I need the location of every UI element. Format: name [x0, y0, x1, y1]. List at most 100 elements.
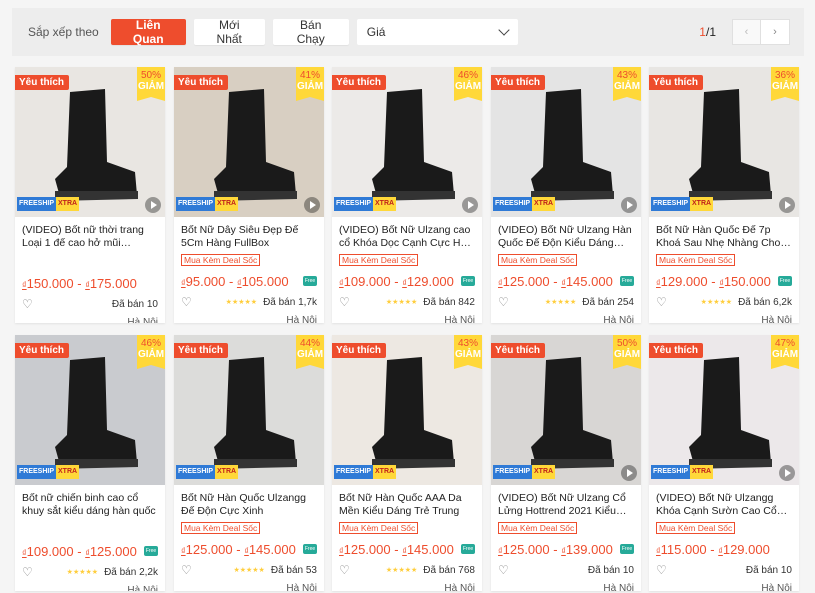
product-title[interactable]: Bốt Nữ Hàn Quốc AAA Da Mền Kiểu Dáng Trẻ…: [339, 492, 475, 518]
price-min: 95.000: [185, 273, 226, 289]
price-row: ₫150.000 - ₫175.000: [22, 275, 158, 291]
price-range: ₫125.000 - ₫145.000: [181, 541, 296, 557]
play-icon[interactable]: [621, 197, 637, 213]
price-min: 109.000: [26, 543, 74, 559]
sort-relevance-button[interactable]: Liên Quan: [110, 18, 186, 46]
product-info: (VIDEO) Bốt Nữ Ulzangg Khóa Cạnh Sườn Ca…: [649, 485, 799, 591]
product-title[interactable]: (VIDEO) Bốt Nữ Ulzang Hàn Quốc Đế Độn Ki…: [498, 224, 634, 250]
heart-icon[interactable]: ♡: [181, 563, 192, 577]
chevron-down-icon: [498, 24, 510, 36]
product-card[interactable]: Yêu thích 43% GIẢM FREESHIP XTRA (VIDEO) Bốt …: [491, 67, 641, 323]
play-icon[interactable]: [779, 197, 795, 213]
product-title[interactable]: (VIDEO) Bốt Nữ Ulzang Cổ Lửng Hottrend 2…: [498, 492, 634, 518]
product-title[interactable]: Bốt Nữ Dây Siêu Đẹp Đế 5Cm Hàng FullBox: [181, 224, 317, 250]
price-max: 145.000: [565, 273, 613, 289]
product-image[interactable]: Yêu thích 43% GIẢM FREESHIP XTRA: [491, 67, 641, 217]
meta-row: ♡ ★★★★★ Đã bán 1,7k: [181, 295, 317, 309]
freeship-text: FREESHIP: [651, 465, 691, 479]
seller-location: Hà Nội: [761, 315, 792, 323]
product-image[interactable]: Yêu thích 36% GIẢM FREESHIP XTRA: [649, 67, 799, 217]
meta-row: ♡ Đã bán 10: [22, 297, 158, 311]
freeship-xtra-label: FREESHIP XTRA: [17, 197, 80, 211]
price-max: 129.000: [722, 541, 770, 557]
play-icon[interactable]: [145, 197, 161, 213]
meta-row: ♡ ★★★★★ Đã bán 768: [339, 563, 475, 577]
product-title[interactable]: Bốt Nữ Hàn Quốc Đế 7p Khoá Sau Nhẹ Nhàng…: [656, 224, 792, 250]
boot-shape: [689, 357, 771, 465]
product-card[interactable]: Yêu thích 44% GIẢM FREESHIP XTRA Bốt Nữ Hàn Q…: [174, 335, 324, 591]
xtra-text: XTRA: [373, 465, 397, 479]
product-card[interactable]: Yêu thích 47% GIẢM FREESHIP XTRA (VIDEO) Bốt …: [649, 335, 799, 591]
product-card[interactable]: Yêu thích 46% GIẢM FREESHIP XTRA (VIDEO) Bốt …: [332, 67, 482, 323]
product-image[interactable]: Yêu thích 44% GIẢM FREESHIP XTRA: [174, 335, 324, 485]
heart-icon[interactable]: ♡: [339, 295, 350, 309]
deal-tag: Mua Kèm Deal Sốc: [181, 522, 261, 534]
product-image[interactable]: Yêu thích 46% GIẢM FREESHIP XTRA: [332, 67, 482, 217]
product-info: (VIDEO) Bốt nữ thời trang Loại 1 đế cao …: [15, 217, 165, 323]
product-card[interactable]: Yêu thích 46% GIẢM FREESHIP XTRA Bốt nữ chiến…: [15, 335, 165, 591]
price-sort-label: Giá: [366, 25, 386, 39]
sort-newest-button[interactable]: Mới Nhất: [193, 18, 265, 46]
heart-icon[interactable]: ♡: [22, 297, 33, 311]
product-info: Bốt Nữ Dây Siêu Đẹp Đế 5Cm Hàng FullBox M…: [174, 217, 324, 323]
product-image[interactable]: Yêu thích 46% GIẢM FREESHIP XTRA: [15, 335, 165, 485]
boot-shape: [55, 357, 137, 465]
price-sort-select[interactable]: Giá: [356, 19, 518, 45]
product-image[interactable]: Yêu thích 47% GIẢM FREESHIP XTRA: [649, 335, 799, 485]
favorite-badge: Yêu thích: [332, 75, 387, 90]
seller-location: Hà Nội: [603, 315, 634, 323]
product-title[interactable]: (VIDEO) Bốt Nữ Ulzangg Khóa Cạnh Sườn Ca…: [656, 492, 792, 518]
product-title[interactable]: Bốt Nữ Hàn Quốc Ulzangg Đế Độn Cực Xinh: [181, 492, 317, 518]
free-shipping-truck-icon: Free: [303, 544, 317, 554]
discount-label: GIẢM: [296, 349, 324, 360]
heart-icon[interactable]: ♡: [339, 563, 350, 577]
freeship-text: FREESHIP: [651, 197, 691, 211]
heart-icon[interactable]: ♡: [22, 565, 33, 579]
freeship-text: FREESHIP: [493, 197, 533, 211]
discount-badge: 44% GIẢM: [296, 335, 324, 369]
discount-badge: 47% GIẢM: [771, 335, 799, 369]
product-card[interactable]: Yêu thích 50% GIẢM FREESHIP XTRA (VIDEO) Bốt …: [491, 335, 641, 591]
product-card[interactable]: Yêu thích 50% GIẢM FREESHIP XTRA (VIDEO) Bốt …: [15, 67, 165, 323]
discount-percent: 43%: [616, 70, 637, 81]
product-title[interactable]: (VIDEO) Bốt Nữ Ulzang cao cổ Khóa Dọc Cạ…: [339, 224, 475, 250]
product-title[interactable]: Bốt nữ chiến binh cao cổ khuy sắt kiểu d…: [22, 492, 158, 518]
play-icon[interactable]: [779, 465, 795, 481]
product-image[interactable]: Yêu thích 43% GIẢM FREESHIP XTRA: [332, 335, 482, 485]
boot-shape: [372, 357, 454, 465]
heart-icon[interactable]: ♡: [181, 295, 192, 309]
meta-row: ♡ ★★★★★ Đã bán 53: [181, 563, 317, 577]
next-page-button[interactable]: ›: [761, 19, 790, 45]
price-max: 139.000: [565, 541, 613, 557]
sort-bestselling-button[interactable]: Bán Chạy: [272, 18, 349, 46]
boot-shape: [55, 89, 137, 197]
deal-tag: Mua Kèm Deal Sốc: [339, 254, 419, 266]
heart-icon[interactable]: ♡: [656, 295, 667, 309]
play-icon[interactable]: [621, 465, 637, 481]
product-info: (VIDEO) Bốt Nữ Ulzang Hàn Quốc Đế Độn Ki…: [491, 217, 641, 323]
discount-percent: 50%: [140, 70, 161, 81]
discount-label: GIẢM: [137, 81, 165, 92]
product-card[interactable]: Yêu thích 41% GIẢM FREESHIP XTRA Bốt Nữ Dây S…: [174, 67, 324, 323]
product-image[interactable]: Yêu thích 50% GIẢM FREESHIP XTRA: [491, 335, 641, 485]
prev-page-button[interactable]: ‹: [732, 19, 761, 45]
heart-icon[interactable]: ♡: [498, 563, 509, 577]
product-image[interactable]: Yêu thích 41% GIẢM FREESHIP XTRA: [174, 67, 324, 217]
sold-count: Đã bán 1,7k: [263, 296, 317, 308]
rating-stars: ★★★★★: [544, 299, 577, 306]
product-image[interactable]: Yêu thích 50% GIẢM FREESHIP XTRA: [15, 67, 165, 217]
play-icon[interactable]: [462, 197, 478, 213]
discount-badge: 36% GIẢM: [771, 67, 799, 101]
boot-shape: [214, 89, 296, 197]
product-info: (VIDEO) Bốt Nữ Ulzang Cổ Lửng Hottrend 2…: [491, 485, 641, 591]
freeship-text: FREESHIP: [176, 197, 216, 211]
heart-icon[interactable]: ♡: [656, 563, 667, 577]
meta-row: ♡ ★★★★★ Đã bán 6,2k: [656, 295, 792, 309]
product-card[interactable]: Yêu thích 43% GIẢM FREESHIP XTRA Bốt Nữ Hàn Q…: [332, 335, 482, 591]
freeship-text: FREESHIP: [17, 465, 57, 479]
product-title[interactable]: (VIDEO) Bốt nữ thời trang Loại 1 đế cao …: [22, 224, 158, 250]
heart-icon[interactable]: ♡: [498, 295, 509, 309]
product-card[interactable]: Yêu thích 36% GIẢM FREESHIP XTRA Bốt Nữ Hàn Q…: [649, 67, 799, 323]
seller-location: Hà Nội: [444, 315, 475, 323]
play-icon[interactable]: [304, 197, 320, 213]
